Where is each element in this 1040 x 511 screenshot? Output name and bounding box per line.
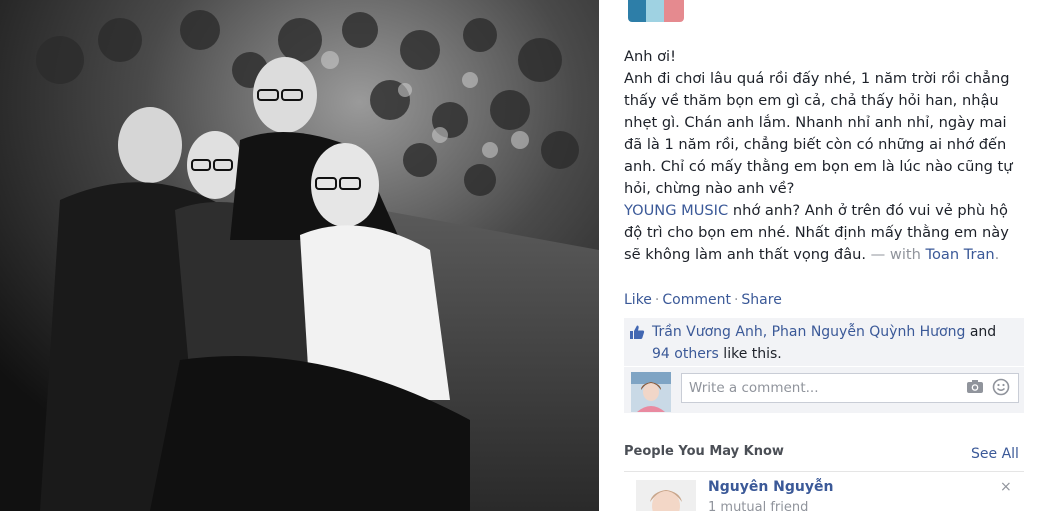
thumbs-up-icon [630,325,645,339]
see-all-link[interactable]: See All [971,446,1019,462]
likes-and: and [965,324,997,340]
mutual-friends-count[interactable]: 1 mutual friend [708,500,808,511]
comment-composer [624,367,1024,413]
likes-summary: Trần Vương Anh, Phan Nguyễn Quỳnh Hương … [624,318,1024,366]
smiley-icon[interactable] [992,378,1010,396]
suggested-person-photo[interactable] [636,480,696,511]
tagged-person-link[interactable]: Toan Tran [926,246,995,263]
page-link-young-music[interactable]: YOUNG MUSIC [624,202,728,219]
likes-tail: like this. [718,346,782,362]
post-photo[interactable] [0,0,599,511]
close-icon[interactable]: × [1000,479,1012,495]
post-caption: Anh ơi! Anh đi chơi lâu quá rồi đấy nhé,… [624,46,1024,266]
like-link[interactable]: Like [624,292,652,308]
caption-text-1: Anh ơi! Anh đi chơi lâu quá rồi đấy nhé,… [624,48,1013,197]
comment-link[interactable]: Comment [662,292,731,308]
photo-image [0,0,599,511]
divider [624,471,1024,472]
with-label: — with [866,246,926,263]
post-detail-panel: Anh ơi! Anh đi chơi lâu quá rồi đấy nhé,… [600,0,1040,511]
current-user-avatar[interactable] [631,372,671,412]
share-link[interactable]: Share [741,292,781,308]
likers-names[interactable]: Trần Vương Anh, Phan Nguyễn Quỳnh Hương [652,324,965,340]
page-avatar[interactable] [628,0,684,22]
post-actions: Like · Comment · Share [624,292,782,308]
camera-icon[interactable] [966,379,984,394]
likes-others-link[interactable]: 94 others [652,346,719,362]
caption-period: . [994,246,1000,263]
suggested-person-name[interactable]: Nguyên Nguyễn [708,479,833,495]
suggested-person-card: Nguyên Nguyễn 1 mutual friend × [624,476,1024,511]
action-separator: · [654,292,660,308]
action-separator: · [733,292,739,308]
people-you-may-know-title: People You May Know [624,444,784,459]
